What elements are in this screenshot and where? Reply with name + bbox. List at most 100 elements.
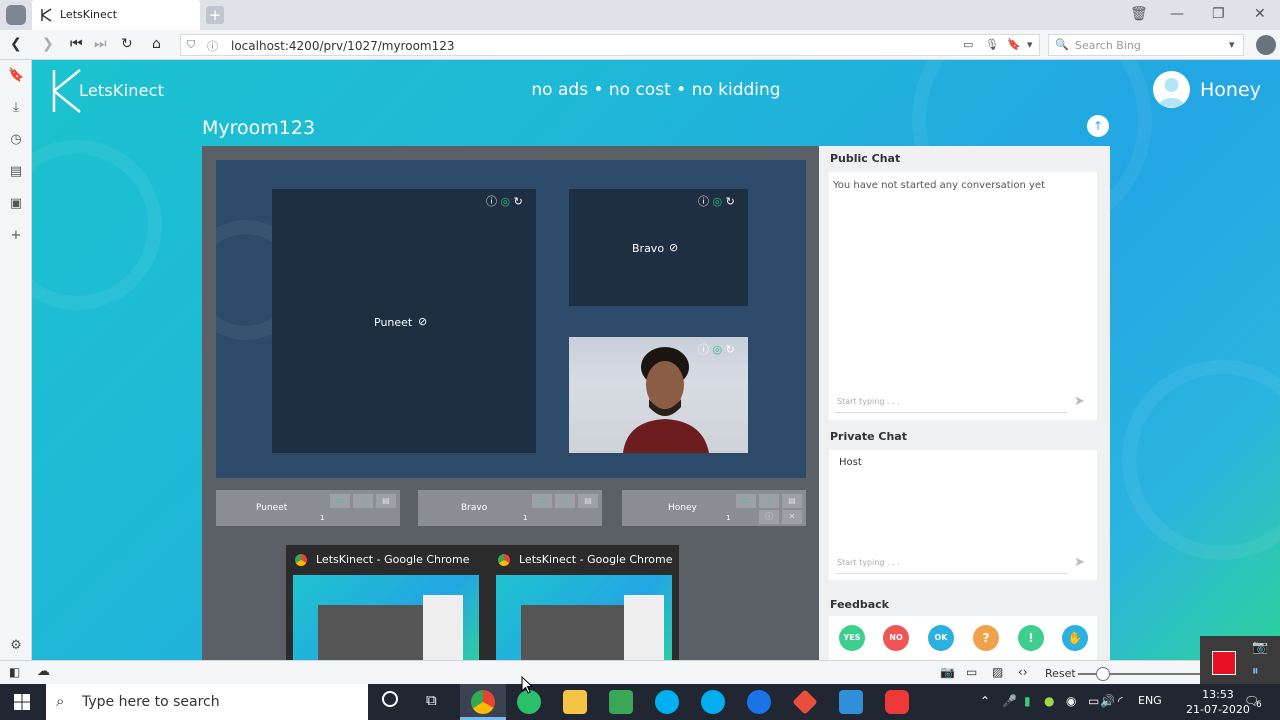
file-explorer-icon[interactable] — [563, 690, 587, 714]
chat-icon[interactable]: ▤ — [376, 494, 396, 508]
page-actions-icon[interactable]: ‹› — [1018, 665, 1028, 679]
public-chat-input[interactable]: Start typing . . . — [837, 397, 900, 406]
audio-toggle-icon[interactable]: ♪ — [353, 494, 373, 508]
vivaldi-menu-icon[interactable] — [6, 5, 26, 25]
fast-forward-icon[interactable]: ⏭ — [94, 36, 107, 52]
tray-expand-icon[interactable]: ⌃ — [980, 694, 990, 708]
feedback-exclaim-button[interactable]: ! — [1018, 625, 1044, 651]
feedback-no-button[interactable]: NO — [883, 625, 909, 651]
windows-start-icon[interactable] — [14, 694, 30, 710]
bookmarks-panel-icon[interactable]: 🔖 — [8, 68, 24, 84]
user-avatar[interactable] — [1153, 71, 1190, 108]
audio-toggle-icon[interactable]: ♪ — [759, 494, 779, 508]
cloud-sync-icon[interactable]: ☁ — [37, 664, 50, 679]
rewind-icon[interactable]: ⏮ — [70, 36, 83, 52]
close-icon[interactable]: ✕ — [782, 510, 802, 524]
git-icon[interactable] — [792, 689, 818, 715]
url-text[interactable]: localhost:4200/prv/1027/myroom123 — [231, 39, 455, 53]
participant-strip-bravo[interactable]: Bravo 1 ▭ ♪ ▤ — [418, 490, 602, 526]
new-tab-button[interactable]: + — [206, 6, 224, 24]
thumbnail-title[interactable]: LetsKinect - Google Chrome — [316, 553, 470, 566]
profile-icon[interactable] — [1256, 35, 1276, 55]
history-panel-icon[interactable]: ◷ — [8, 132, 24, 148]
minimize-button[interactable]: — — [1170, 6, 1184, 22]
video-toggle-icon[interactable]: ▭ — [330, 494, 350, 508]
raise-hand-button[interactable]: ✋ — [1062, 625, 1088, 651]
volume-icon[interactable]: 🔊 — [1100, 694, 1115, 708]
window-panel-icon[interactable]: ▣ — [8, 196, 24, 212]
microphone-icon[interactable]: 🎙 — [985, 38, 999, 51]
chat-icon[interactable]: ▤ — [578, 494, 598, 508]
chat-icon[interactable]: ▤ — [782, 494, 802, 508]
battery-icon[interactable]: ▭ — [1088, 694, 1099, 708]
maximize-button[interactable]: ❐ — [1212, 6, 1225, 22]
chrome-taskbar-icon[interactable] — [471, 690, 495, 714]
feedback-question-button[interactable]: ? — [973, 625, 999, 651]
video-tile-self[interactable]: ⓘ ◎ ↻ — [569, 337, 748, 453]
private-chat-recipient[interactable]: Host — [839, 457, 862, 468]
zoom-reset-button[interactable]: Reset — [1045, 667, 1076, 680]
video-toggle-icon[interactable]: ▭ — [532, 494, 552, 508]
tile-controls[interactable]: ⓘ ◎ ↻ — [486, 193, 523, 209]
notes-panel-icon[interactable]: ▤ — [8, 164, 24, 180]
url-field[interactable]: ⛉ ⓘ localhost:4200/prv/1027/myroom123 ▭ … — [180, 34, 1040, 56]
system-clock[interactable]: 13:53 21-07-2020 — [1186, 687, 1250, 717]
notepad-icon[interactable] — [609, 690, 633, 714]
language-indicator[interactable]: ENG — [1138, 694, 1162, 707]
scroll-top-button[interactable]: ↑ — [1087, 115, 1109, 137]
feedback-ok-button[interactable]: OK — [928, 625, 954, 651]
participant-strip-puneet[interactable]: Puneet 1 ▭ ♪ ▤ — [216, 490, 400, 526]
feedback-yes-button[interactable]: YES — [839, 625, 865, 651]
screenshot-icon[interactable]: 📷 — [940, 665, 955, 679]
tile-tabs-icon[interactable]: ▭ — [966, 665, 977, 679]
tile-controls[interactable]: ⓘ ◎ ↻ — [698, 193, 735, 209]
app-tray-icon[interactable]: ◉ — [1066, 694, 1076, 708]
bookmark-icon[interactable]: 🔖 — [1007, 38, 1021, 51]
cortana-icon[interactable] — [382, 691, 398, 707]
taskbar-search-placeholder[interactable]: Type here to search — [82, 694, 220, 710]
taskbar-search-box[interactable]: ⌕ Type here to search — [46, 684, 368, 720]
stop-recording-button[interactable] — [1212, 651, 1236, 675]
participant-strip-honey[interactable]: Honey 1 ▭ ♪ ▤ ⓘ ✕ — [622, 490, 806, 526]
forward-button[interactable]: ❯ — [42, 36, 54, 52]
chevron-down-icon[interactable]: ▾ — [1229, 38, 1235, 51]
image-toggle-icon[interactable]: ▨ — [992, 665, 1003, 679]
tile-controls[interactable]: ⓘ ◎ ↻ — [698, 341, 735, 357]
maps-icon[interactable] — [747, 690, 771, 714]
settings-gear-icon[interactable]: ⚙ — [8, 638, 24, 654]
vivaldi-taskbar-icon[interactable] — [885, 690, 909, 714]
send-icon[interactable]: ➤ — [1074, 394, 1085, 409]
add-panel-icon[interactable]: + — [8, 228, 24, 244]
user-name[interactable]: Honey — [1200, 79, 1261, 101]
skype-icon[interactable] — [655, 690, 679, 714]
reload-button[interactable]: ↻ — [121, 36, 133, 52]
wifi-icon[interactable]: ◜ — [1118, 694, 1123, 708]
mic-tray-icon[interactable]: 🎤 — [1002, 694, 1017, 708]
chevron-down-icon[interactable]: ▾ — [1027, 38, 1033, 51]
app-tray-icon[interactable]: ▮ — [1024, 694, 1031, 708]
downloads-panel-icon[interactable]: ⤓ — [8, 100, 24, 116]
skype-business-icon[interactable] — [701, 690, 725, 714]
video-tile-puneet[interactable]: ⓘ ◎ ↻ Puneet ⊘ — [272, 189, 536, 453]
video-toggle-icon[interactable]: ▭ — [736, 494, 756, 508]
video-tile-bravo[interactable]: ⓘ ◎ ↻ Bravo ⊘ — [569, 189, 748, 306]
send-icon[interactable]: ➤ — [1074, 555, 1085, 570]
thumbnail-title[interactable]: LetsKinect - Google Chrome — [519, 553, 673, 566]
info-icon[interactable]: ⓘ — [207, 38, 218, 54]
panel-toggle-icon[interactable]: ◧ — [9, 665, 20, 679]
zoom-slider-handle[interactable] — [1096, 667, 1110, 681]
trash-icon[interactable]: 🗑 — [1130, 6, 1148, 22]
app-tray-icon[interactable]: ● — [1044, 694, 1054, 708]
close-window-button[interactable]: ✕ — [1254, 6, 1266, 22]
private-chat-input[interactable]: Start typing . . . — [837, 558, 900, 567]
info-icon[interactable]: ⓘ — [759, 510, 779, 524]
search-engine-field[interactable]: 🔍 Search Bing ▾ — [1048, 34, 1244, 56]
camera-icon[interactable]: 📷 — [1252, 640, 1268, 655]
audio-toggle-icon[interactable]: ♪ — [555, 494, 575, 508]
task-view-icon[interactable]: ⧉ — [426, 691, 437, 709]
pause-icon[interactable]: ⏸ — [1252, 664, 1259, 679]
vscode-icon[interactable] — [839, 690, 863, 714]
back-button[interactable]: ❮ — [10, 36, 22, 52]
shield-icon[interactable]: ⛉ — [187, 38, 195, 52]
camera-icon[interactable]: ▭ — [963, 38, 973, 51]
